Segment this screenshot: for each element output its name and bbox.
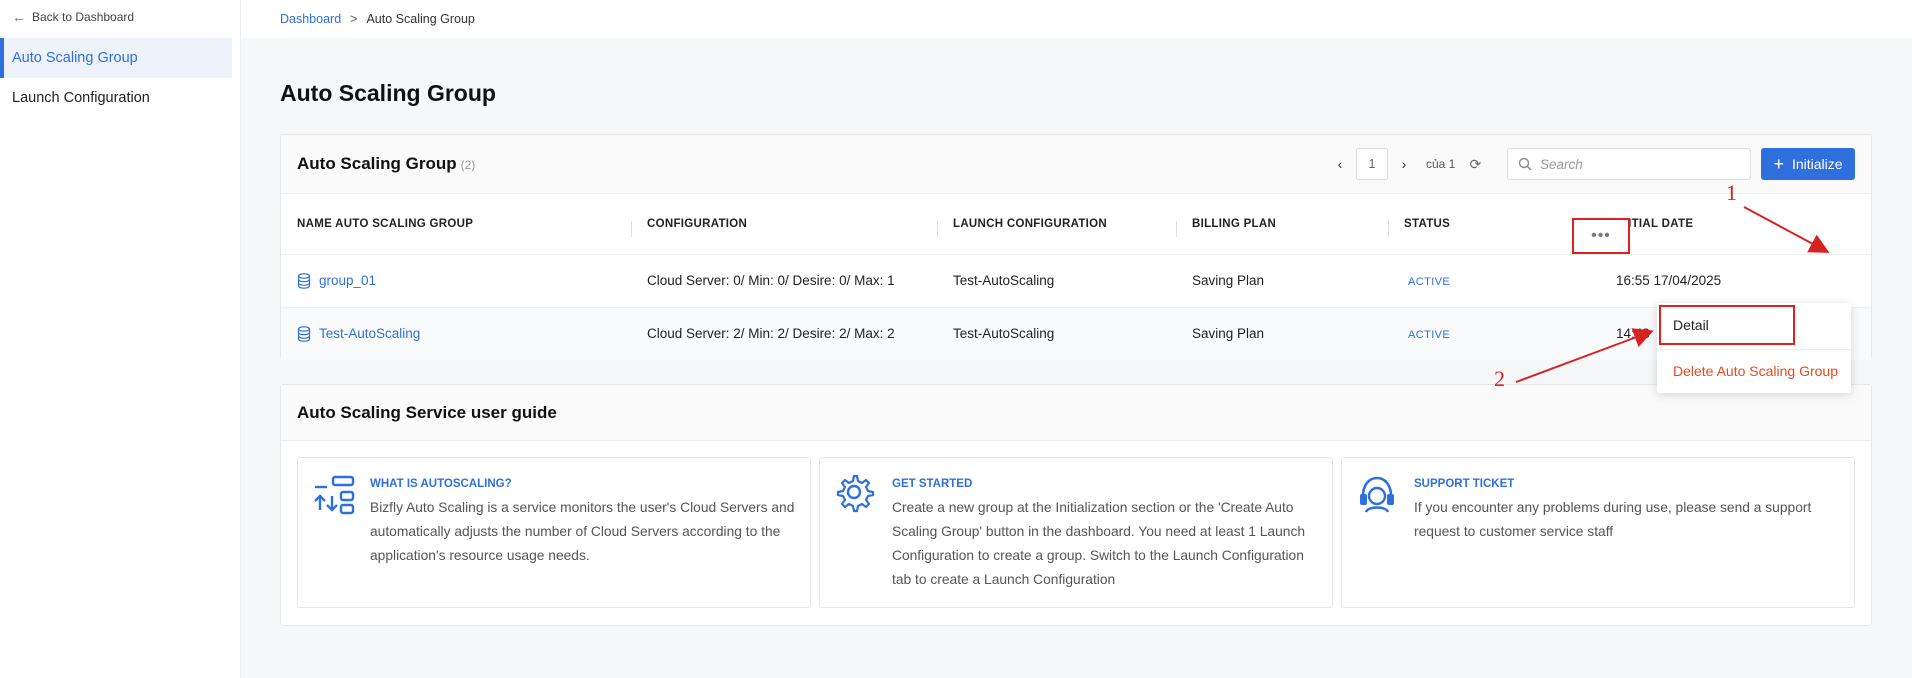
annotation-number-2: 2 bbox=[1494, 366, 1505, 391]
cell-name: Test-AutoScaling bbox=[281, 306, 631, 360]
search-box bbox=[1507, 148, 1751, 180]
annotation-number-1: 1 bbox=[1726, 180, 1737, 205]
table-header-row: NAME AUTO SCALING GROUP CONFIGURATION LA… bbox=[281, 194, 1871, 254]
group-link[interactable]: group_01 bbox=[297, 272, 631, 289]
column-header: NAME AUTO SCALING GROUP bbox=[297, 217, 474, 230]
sidebar-item-auto-scaling-group[interactable]: Auto Scaling Group bbox=[0, 38, 232, 78]
guide-text: Create a new group at the Initialization… bbox=[892, 500, 1306, 587]
more-options-button[interactable]: ••• bbox=[1572, 218, 1630, 254]
table-row: Test-AutoScaling Cloud Server: 2/ Min: 2… bbox=[281, 306, 1871, 360]
auto-scaling-group-card: Auto Scaling Group(2) ‹ 1 › của 1 ⟳ + In… bbox=[280, 134, 1872, 360]
card-header: Auto Scaling Service user guide bbox=[281, 385, 1871, 441]
column-header: STATUS bbox=[1388, 194, 1600, 254]
sidebar: ← Back to Dashboard Auto Scaling Group L… bbox=[0, 0, 241, 678]
card-title: Auto Scaling Group (2) bbox=[297, 154, 475, 174]
next-page-button[interactable]: › bbox=[1390, 148, 1418, 180]
cell-initial-date: 16:55 17/04/2025 bbox=[1600, 253, 1871, 307]
sidebar-item-launch-configuration[interactable]: Launch Configuration bbox=[0, 78, 232, 118]
breadcrumb-current: Auto Scaling Group bbox=[366, 12, 475, 26]
cell-billing-plan: Saving Plan bbox=[1176, 253, 1388, 307]
cell-status: ACTIVE bbox=[1388, 306, 1600, 360]
cell-name: group_01 bbox=[281, 253, 631, 307]
initialize-label: Initialize bbox=[1791, 156, 1843, 172]
card-header: Auto Scaling Group(2) ‹ 1 › của 1 ⟳ + In… bbox=[281, 135, 1871, 194]
column-header: LAUNCH CONFIGURATION bbox=[937, 194, 1176, 254]
breadcrumb-separator: > bbox=[350, 12, 358, 26]
guide-item-what-is-autoscaling: WHAT IS AUTOSCALING? Bizfly Auto Scaling… bbox=[297, 457, 811, 608]
back-label: Back to Dashboard bbox=[32, 10, 135, 24]
guide-text: If you encounter any problems during use… bbox=[1414, 500, 1812, 539]
group-count: (2) bbox=[460, 158, 476, 172]
sidebar-item-label: Auto Scaling Group bbox=[12, 50, 138, 66]
prev-page-button[interactable]: ‹ bbox=[1326, 148, 1354, 180]
group-table: NAME AUTO SCALING GROUP CONFIGURATION LA… bbox=[281, 194, 1871, 360]
page-title: Auto Scaling Group bbox=[280, 80, 496, 106]
breadcrumb: Dashboard > Auto Scaling Group bbox=[241, 0, 1912, 38]
row-action-menu: Detail Delete Auto Scaling Group bbox=[1657, 303, 1851, 393]
guide-text: Bizfly Auto Scaling is a service monitor… bbox=[370, 500, 795, 563]
page-total: của 1 bbox=[1426, 157, 1456, 171]
cell-billing-plan: Saving Plan bbox=[1176, 306, 1388, 360]
guide-title: SUPPORT TICKET bbox=[1414, 478, 1515, 490]
back-to-dashboard-link[interactable]: ← Back to Dashboard bbox=[12, 10, 134, 24]
cell-launch-configuration: Test-AutoScaling bbox=[937, 253, 1176, 307]
guide-title: WHAT IS AUTOSCALING? bbox=[370, 478, 512, 490]
arrow-left-icon: ← bbox=[12, 9, 26, 25]
user-guide-card: Auto Scaling Service user guide WHAT IS … bbox=[280, 384, 1872, 626]
column-header: BILLING PLAN bbox=[1176, 194, 1388, 254]
guide-item-get-started: GET STARTED Create a new group at the In… bbox=[819, 457, 1333, 608]
menu-divider bbox=[1657, 349, 1851, 350]
plus-icon: + bbox=[1773, 154, 1784, 174]
database-icon bbox=[297, 325, 311, 342]
column-header: CONFIGURATION bbox=[631, 194, 937, 254]
headset-icon bbox=[1360, 476, 1394, 513]
gear-icon bbox=[836, 474, 875, 513]
cell-launch-configuration: Test-AutoScaling bbox=[937, 306, 1176, 360]
status-badge: ACTIVE bbox=[1408, 329, 1451, 342]
menu-item-detail[interactable]: Detail bbox=[1657, 305, 1851, 345]
refresh-icon[interactable]: ⟳ bbox=[1461, 148, 1489, 180]
guide-title: GET STARTED bbox=[892, 478, 973, 490]
cell-configuration: Cloud Server: 0/ Min: 0/ Desire: 0/ Max:… bbox=[631, 253, 937, 307]
page-number-input[interactable]: 1 bbox=[1356, 148, 1388, 180]
search-input[interactable] bbox=[1540, 156, 1740, 172]
breadcrumb-dashboard-link[interactable]: Dashboard bbox=[280, 12, 341, 26]
guide-boxes: WHAT IS AUTOSCALING? Bizfly Auto Scaling… bbox=[281, 441, 1871, 624]
guide-item-support-ticket: SUPPORT TICKET If you encounter any prob… bbox=[1341, 457, 1855, 608]
initialize-button[interactable]: + Initialize bbox=[1761, 148, 1855, 180]
card-title-text: Auto Scaling Group bbox=[297, 154, 457, 173]
sidebar-item-label: Launch Configuration bbox=[12, 90, 150, 106]
menu-item-delete-group[interactable]: Delete Auto Scaling Group bbox=[1657, 351, 1851, 391]
group-link[interactable]: Test-AutoScaling bbox=[297, 325, 631, 342]
search-icon bbox=[1518, 157, 1532, 171]
card-title: Auto Scaling Service user guide bbox=[297, 403, 557, 422]
pagination: ‹ 1 › của 1 ⟳ bbox=[1326, 148, 1489, 180]
cell-configuration: Cloud Server: 2/ Min: 2/ Desire: 2/ Max:… bbox=[631, 306, 937, 360]
autoscaling-icon bbox=[314, 475, 355, 515]
cell-status: ACTIVE bbox=[1388, 253, 1600, 307]
status-badge: ACTIVE bbox=[1408, 276, 1451, 288]
table-row: group_01 Cloud Server: 0/ Min: 0/ Desire… bbox=[281, 253, 1871, 307]
database-icon bbox=[297, 272, 311, 289]
